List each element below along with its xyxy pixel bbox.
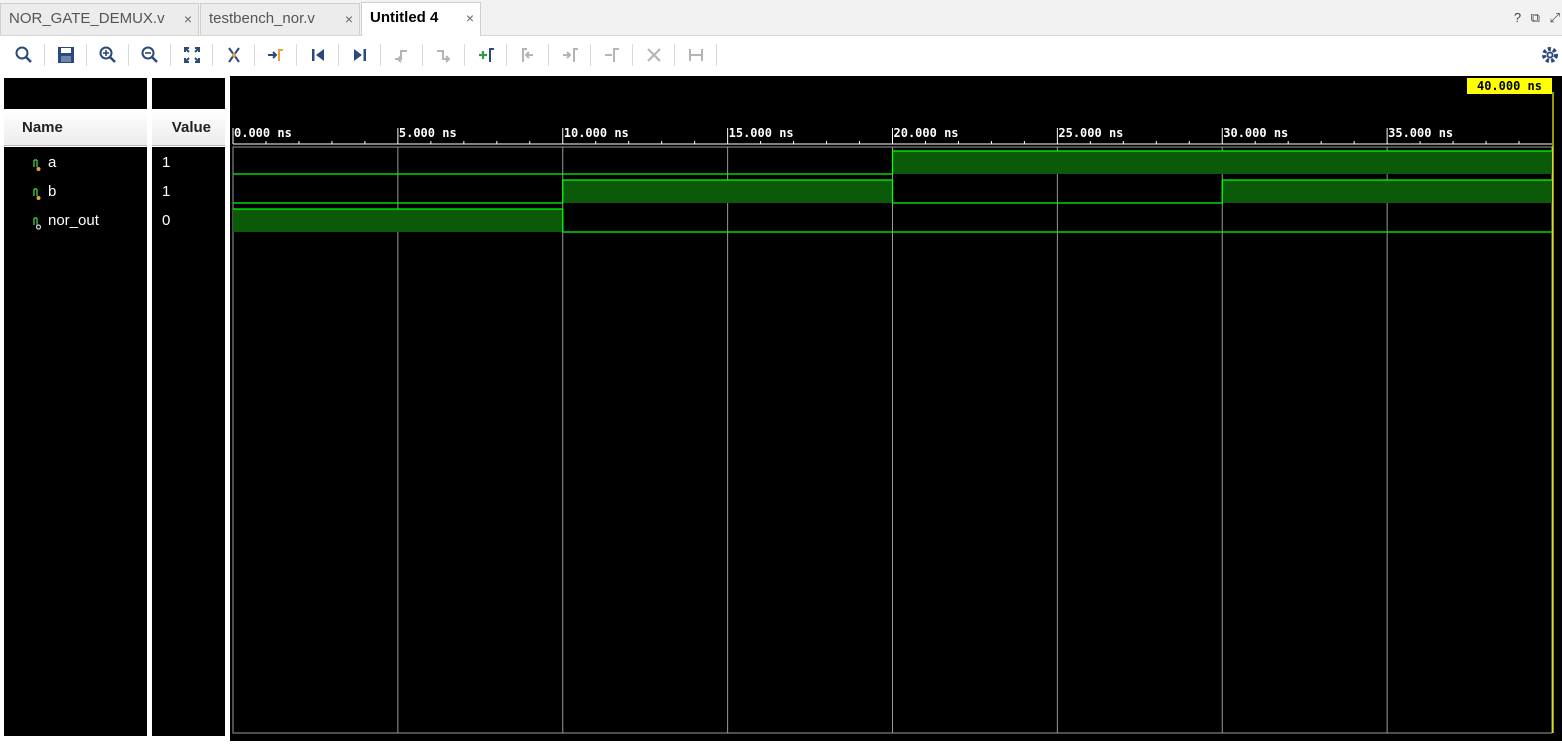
- signal-row-b[interactable]: b: [4, 177, 147, 206]
- signal-value: 1: [162, 154, 171, 171]
- close-icon[interactable]: ×: [345, 4, 353, 34]
- value-header-label: Value: [171, 119, 211, 136]
- ruler-tick-label: 30.000 ns: [1223, 126, 1288, 140]
- waveform-viewer[interactable]: 0.000 ns 5.000 ns 10.000 ns 15.000 ns 20.000…: [230, 76, 1562, 741]
- next-marker-icon[interactable]: [557, 42, 583, 68]
- search-icon[interactable]: [11, 42, 37, 68]
- save-icon[interactable]: [53, 42, 79, 68]
- window-controls: ? ⧉ ⤢: [1508, 10, 1560, 26]
- help-icon[interactable]: ?: [1514, 10, 1521, 25]
- next-transition-icon[interactable]: [431, 42, 457, 68]
- delete-marker-icon[interactable]: [641, 42, 667, 68]
- ruler-tick-label: 15.000 ns: [729, 126, 794, 140]
- signal-value: 1: [162, 183, 171, 200]
- signal-name: a: [48, 154, 57, 171]
- signal-value-list: 1 1 0: [152, 147, 225, 736]
- close-icon[interactable]: ×: [466, 3, 474, 33]
- tab-label: NOR_GATE_DEMUX.v: [9, 10, 165, 27]
- go-to-cursor-icon[interactable]: [263, 42, 289, 68]
- ruler-tick-label: 10.000 ns: [564, 126, 629, 140]
- tab-untitled-4[interactable]: Untitled 4 ×: [361, 2, 481, 36]
- signal-name-list: a b nor_out: [4, 147, 147, 736]
- add-marker-icon[interactable]: [473, 42, 499, 68]
- ruler-tick-label: 20.000 ns: [894, 126, 959, 140]
- maximize-icon[interactable]: ⤢: [1550, 10, 1560, 25]
- waveform-high-fill: [562, 180, 893, 203]
- tab-testbench-nor[interactable]: testbench_nor.v ×: [200, 3, 360, 35]
- waveform-canvas[interactable]: 0.000 ns 5.000 ns 10.000 ns 15.000 ns 20.000…: [230, 76, 1562, 741]
- signal-name: nor_out: [48, 212, 99, 229]
- tab-label: testbench_nor.v: [209, 10, 315, 27]
- ruler-tick-label: 0.000 ns: [234, 126, 292, 140]
- name-header-label: Name: [22, 119, 63, 136]
- zoom-fit-icon[interactable]: [179, 42, 205, 68]
- value-column-header[interactable]: Value: [152, 110, 225, 146]
- waveform-toolbar: [0, 36, 1562, 74]
- cursor-snap-icon[interactable]: [221, 42, 247, 68]
- output-signal-icon: [31, 213, 47, 230]
- ruler-tick-label: 25.000 ns: [1058, 126, 1123, 140]
- settings-icon[interactable]: [1537, 42, 1562, 68]
- name-column-header[interactable]: Name: [4, 110, 147, 146]
- signal-row-a[interactable]: a: [4, 148, 147, 177]
- signal-icon: [31, 155, 47, 171]
- waveform-high-fill: [1222, 180, 1552, 203]
- ruler-tick-label: 35.000 ns: [1388, 126, 1453, 140]
- scope-header-area: [4, 78, 225, 109]
- tab-label: Untitled 4: [370, 9, 439, 26]
- previous-transition-icon[interactable]: [389, 42, 415, 68]
- waveform-high-fill: [233, 209, 563, 232]
- previous-marker-icon[interactable]: [515, 42, 541, 68]
- zoom-out-icon[interactable]: [137, 42, 163, 68]
- column-splitter[interactable]: [147, 78, 152, 741]
- close-icon[interactable]: ×: [184, 4, 192, 34]
- swap-cursors-icon[interactable]: [599, 42, 625, 68]
- editor-tab-bar: NOR_GATE_DEMUX.v × testbench_nor.v × Unt…: [0, 0, 1562, 36]
- signal-value: 0: [162, 212, 171, 229]
- restore-icon[interactable]: ⧉: [1531, 10, 1540, 25]
- cursor-time-label[interactable]: 40.000 ns: [1467, 78, 1552, 94]
- go-to-start-icon[interactable]: [305, 42, 331, 68]
- signal-row-nor-out[interactable]: nor_out: [4, 206, 147, 235]
- signal-icon: [31, 184, 47, 200]
- signal-name: b: [48, 183, 57, 200]
- zoom-in-icon[interactable]: [95, 42, 121, 68]
- waveform-high-fill: [892, 151, 1552, 174]
- marker-span-icon[interactable]: [683, 42, 709, 68]
- ruler-tick-label: 5.000 ns: [399, 126, 457, 140]
- tab-nor-gate-demux[interactable]: NOR_GATE_DEMUX.v ×: [0, 3, 199, 35]
- go-to-end-icon[interactable]: [347, 42, 373, 68]
